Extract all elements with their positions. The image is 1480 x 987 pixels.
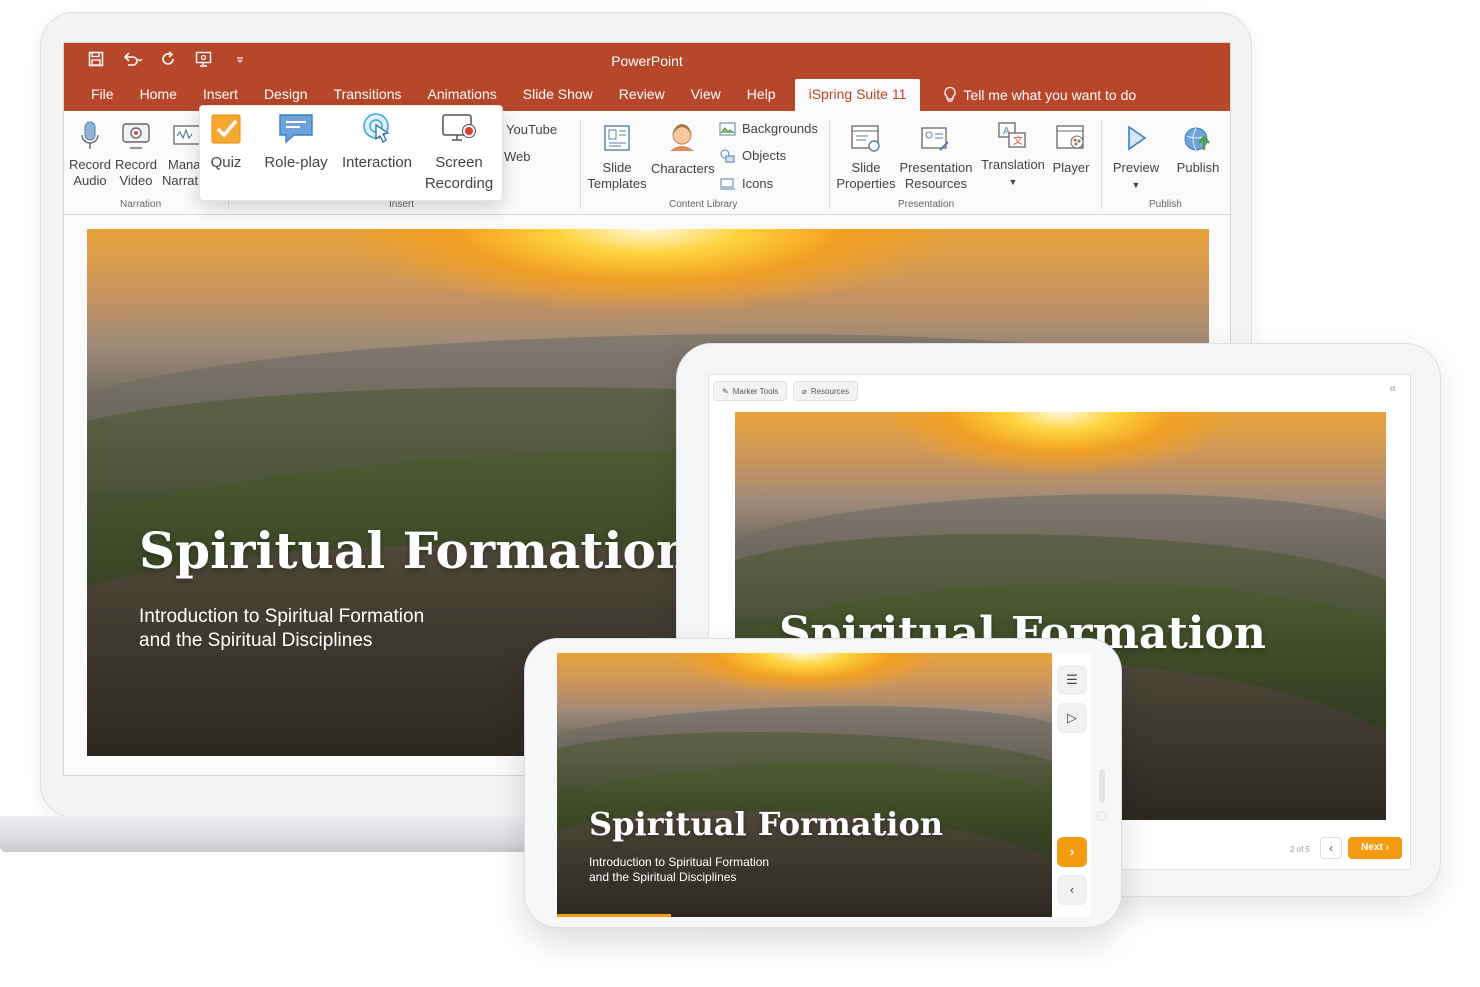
translation-button[interactable]: A文 Translation ▼ [978,121,1048,190]
phone-slide-subtitle: Introduction to Spiritual Formation and … [589,855,770,884]
icons-library-icon [720,178,735,189]
prev-slide-button[interactable]: ‹ [1320,837,1342,859]
paperclip-icon: ⌀ [802,386,807,396]
chevron-right-icon: › [1385,842,1389,853]
slide-properties-button[interactable]: Slide Properties [834,124,898,192]
webcam-icon [122,123,150,149]
play-icon [1128,125,1147,151]
next-slide-button[interactable]: Next › [1348,837,1402,859]
lightbulb-icon [944,86,957,102]
next-slide-button[interactable]: › [1057,837,1087,867]
group-label-content-library: Content Library [669,199,738,210]
publish-button[interactable]: Publish [1168,124,1228,176]
icons-button[interactable]: Icons [719,176,773,191]
phone-slide[interactable]: Spiritual Formation Introduction to Spir… [557,653,1052,917]
translation-icon: A文 [998,122,1026,148]
outline-menu-icon[interactable]: ☰ [1057,665,1087,695]
phone-frame: Spiritual Formation Introduction to Spir… [524,638,1122,928]
microphone-icon [81,121,99,149]
tab-slide-show[interactable]: Slide Show [510,79,606,111]
screen-record-icon [442,114,476,141]
objects-button[interactable]: Objects [719,148,786,163]
tab-ispring-suite[interactable]: iSpring Suite 11 [794,79,921,111]
slide-progress-bar [557,914,671,917]
chevron-left-icon: ‹ [1329,841,1333,855]
prev-slide-button[interactable]: ‹ [1057,875,1087,905]
characters-button[interactable]: Characters [651,119,715,177]
phone-sensor [1097,811,1107,821]
player-icon [1056,125,1084,149]
group-label-publish: Publish [1149,199,1182,210]
group-divider [829,119,830,209]
slide-templates-button[interactable]: Slide Templates [582,124,652,192]
group-label-presentation: Presentation [898,199,955,210]
slide-title: Spiritual Formation [139,521,693,580]
globe-publish-icon [1184,127,1210,151]
backgrounds-button[interactable]: Backgrounds [719,121,818,136]
tell-me-search[interactable]: Tell me what you want to do [930,79,1149,111]
chevron-down-icon: ▼ [1131,180,1141,190]
app-title: PowerPoint [611,53,683,69]
title-bar: PowerPoint [64,43,1230,79]
play-icon[interactable]: ▷ [1057,703,1087,733]
role-play-button[interactable]: Role-play [258,112,334,173]
quiz-button[interactable]: Quiz [206,112,246,173]
phone-side-button [1099,769,1105,803]
backgrounds-icon [719,122,736,135]
resources-icon [921,127,949,151]
tab-home[interactable]: Home [127,79,190,111]
tab-review[interactable]: Review [606,79,678,111]
group-label-narration: Narration [120,199,162,210]
record-video-button[interactable]: Record Video [114,121,158,189]
player-button[interactable]: Player [1048,124,1094,176]
marker-tools-button[interactable]: ✎ Marker Tools [713,381,788,401]
tab-view[interactable]: View [678,79,734,111]
presentation-resources-button[interactable]: Presentation Resources [898,124,974,192]
slide-counter: 2 of 5 [1289,845,1310,854]
touch-interaction-icon [363,113,390,143]
slide-subtitle: Introduction to Spiritual Formation and … [139,606,425,651]
slide-properties-icon [851,125,880,152]
interaction-button[interactable]: Interaction [337,112,417,173]
web-button[interactable]: Web [504,149,531,164]
screen-recording-button[interactable]: Screen Recording [420,112,498,194]
group-divider [580,119,581,209]
slide-template-icon [604,125,630,151]
tab-file[interactable]: File [78,79,127,111]
resources-button[interactable]: ⌀ Resources [793,381,859,401]
objects-icon [720,149,735,162]
tell-me-label: Tell me what you want to do [963,87,1137,103]
preview-button[interactable]: Preview ▼ [1108,124,1164,193]
group-divider [1101,119,1102,209]
chevron-down-icon: ▼ [1008,177,1018,187]
character-icon [670,124,694,151]
svg-text:文: 文 [1013,134,1023,147]
laptop-base [0,816,560,852]
tab-help[interactable]: Help [734,79,789,111]
youtube-button[interactable]: YouTube [506,122,557,137]
quiz-checkbox-icon [211,114,241,144]
ispring-insert-popup: Quiz Role-play Interaction Screen Record… [199,105,503,201]
speech-bubble-icon [279,114,313,144]
marker-pen-icon: ✎ [722,386,729,396]
collapse-sidebar-icon[interactable]: « [1389,381,1396,395]
record-audio-button[interactable]: Record Audio [68,121,112,189]
phone-slide-title: Spiritual Formation [589,805,944,843]
phone-player: Spiritual Formation Introduction to Spir… [557,653,1091,917]
